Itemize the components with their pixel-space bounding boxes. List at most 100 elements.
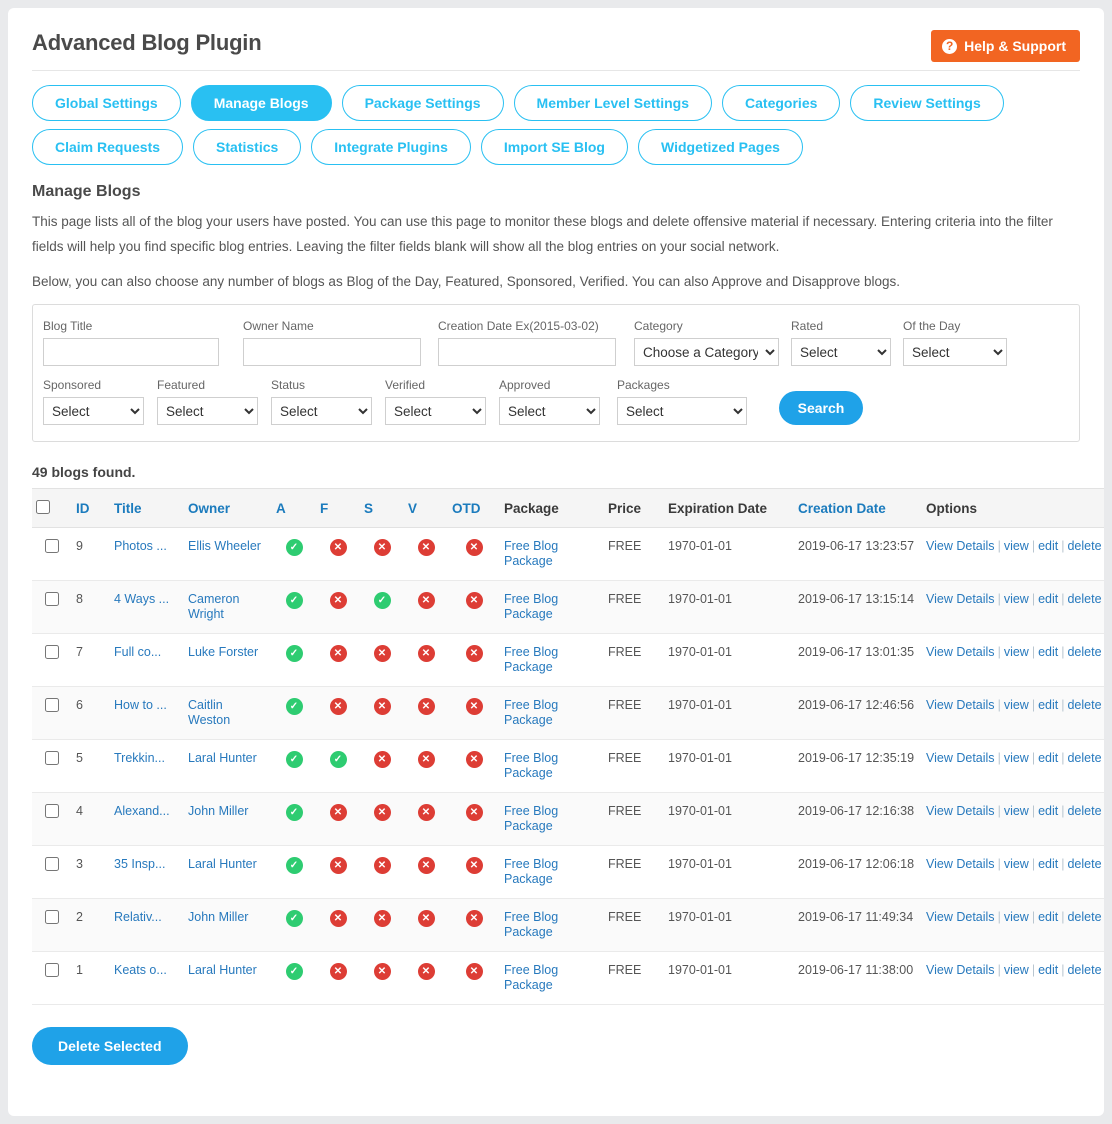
cross-circle-icon[interactable]: ✕ [465, 963, 483, 980]
view-link[interactable]: view [1004, 751, 1029, 765]
check-circle-icon[interactable]: ✓ [285, 698, 303, 715]
cross-circle-icon[interactable]: ✕ [465, 751, 483, 768]
cross-circle-icon[interactable]: ✕ [373, 963, 391, 980]
view-link[interactable]: view [1004, 804, 1029, 818]
row-checkbox[interactable] [45, 804, 59, 818]
check-circle-icon[interactable]: ✓ [285, 592, 303, 609]
cross-circle-icon[interactable]: ✕ [417, 910, 435, 927]
cross-circle-icon[interactable]: ✕ [373, 539, 391, 556]
column-header-owner[interactable]: Owner [184, 488, 272, 528]
row-checkbox[interactable] [45, 539, 59, 553]
cross-circle-icon[interactable]: ✕ [417, 645, 435, 662]
view-link[interactable]: view [1004, 539, 1029, 553]
tab-integrate-plugins[interactable]: Integrate Plugins [311, 129, 471, 165]
check-circle-icon[interactable]: ✓ [285, 910, 303, 927]
edit-link[interactable]: edit [1038, 857, 1058, 871]
cross-circle-icon[interactable]: ✕ [329, 910, 347, 927]
edit-link[interactable]: edit [1038, 645, 1058, 659]
package-link[interactable]: Free Blog Package [504, 804, 558, 833]
cross-circle-icon[interactable]: ✕ [373, 804, 391, 821]
delete-link[interactable]: delete [1067, 751, 1101, 765]
tab-member-level-settings[interactable]: Member Level Settings [513, 85, 713, 121]
row-checkbox[interactable] [45, 751, 59, 765]
cross-circle-icon[interactable]: ✕ [465, 910, 483, 927]
delete-selected-button[interactable]: Delete Selected [32, 1027, 188, 1065]
row-checkbox[interactable] [45, 592, 59, 606]
check-circle-icon[interactable]: ✓ [285, 539, 303, 556]
column-header-title[interactable]: Title [110, 488, 184, 528]
of-the-day-select[interactable]: Select [903, 338, 1007, 366]
creation-date-input[interactable] [438, 338, 616, 366]
tab-statistics[interactable]: Statistics [193, 129, 302, 165]
delete-link[interactable]: delete [1067, 645, 1101, 659]
approved-select[interactable]: Select [499, 397, 600, 425]
package-link[interactable]: Free Blog Package [504, 698, 558, 727]
delete-link[interactable]: delete [1067, 539, 1101, 553]
rated-select[interactable]: Select [791, 338, 891, 366]
blog-title-link[interactable]: Keats o... [114, 963, 167, 977]
view-link[interactable]: view [1004, 592, 1029, 606]
blog-title-input[interactable] [43, 338, 219, 366]
column-header-sponsored[interactable]: S [360, 488, 404, 528]
tab-package-settings[interactable]: Package Settings [341, 85, 504, 121]
tab-categories[interactable]: Categories [722, 85, 841, 121]
view-details-link[interactable]: View Details [926, 804, 995, 818]
package-link[interactable]: Free Blog Package [504, 857, 558, 886]
delete-link[interactable]: delete [1067, 963, 1101, 977]
row-checkbox[interactable] [45, 857, 59, 871]
help-and-support-button[interactable]: ? Help & Support [931, 30, 1080, 62]
blog-title-link[interactable]: Full co... [114, 645, 161, 659]
edit-link[interactable]: edit [1038, 751, 1058, 765]
delete-link[interactable]: delete [1067, 698, 1101, 712]
view-details-link[interactable]: View Details [926, 751, 995, 765]
check-circle-icon[interactable]: ✓ [285, 804, 303, 821]
cross-circle-icon[interactable]: ✕ [417, 751, 435, 768]
cross-circle-icon[interactable]: ✕ [329, 804, 347, 821]
check-circle-icon[interactable]: ✓ [285, 751, 303, 768]
cross-circle-icon[interactable]: ✕ [329, 592, 347, 609]
cross-circle-icon[interactable]: ✕ [465, 698, 483, 715]
blog-title-link[interactable]: Photos ... [114, 539, 167, 553]
cross-circle-icon[interactable]: ✕ [465, 592, 483, 609]
owner-link[interactable]: Laral Hunter [188, 857, 257, 871]
tab-widgetized-pages[interactable]: Widgetized Pages [638, 129, 803, 165]
owner-link[interactable]: John Miller [188, 910, 248, 924]
owner-link[interactable]: Laral Hunter [188, 963, 257, 977]
view-link[interactable]: view [1004, 857, 1029, 871]
select-all-checkbox[interactable] [36, 499, 50, 514]
view-link[interactable]: view [1004, 963, 1029, 977]
package-link[interactable]: Free Blog Package [504, 645, 558, 674]
cross-circle-icon[interactable]: ✕ [417, 592, 435, 609]
delete-link[interactable]: delete [1067, 857, 1101, 871]
column-header-otd[interactable]: OTD [448, 488, 500, 528]
package-link[interactable]: Free Blog Package [504, 910, 558, 939]
package-link[interactable]: Free Blog Package [504, 539, 558, 568]
edit-link[interactable]: edit [1038, 592, 1058, 606]
view-details-link[interactable]: View Details [926, 910, 995, 924]
owner-name-input[interactable] [243, 338, 421, 366]
tab-claim-requests[interactable]: Claim Requests [32, 129, 184, 165]
cross-circle-icon[interactable]: ✕ [417, 539, 435, 556]
owner-link[interactable]: Cameron Wright [188, 592, 239, 621]
view-details-link[interactable]: View Details [926, 963, 995, 977]
featured-select[interactable]: Select [157, 397, 258, 425]
cross-circle-icon[interactable]: ✕ [329, 963, 347, 980]
cross-circle-icon[interactable]: ✕ [329, 857, 347, 874]
row-checkbox[interactable] [45, 963, 59, 977]
view-link[interactable]: view [1004, 698, 1029, 712]
package-link[interactable]: Free Blog Package [504, 592, 558, 621]
edit-link[interactable]: edit [1038, 539, 1058, 553]
owner-link[interactable]: Ellis Wheeler [188, 539, 261, 553]
cross-circle-icon[interactable]: ✕ [373, 857, 391, 874]
cross-circle-icon[interactable]: ✕ [417, 963, 435, 980]
column-header-verified[interactable]: V [404, 488, 448, 528]
cross-circle-icon[interactable]: ✕ [417, 857, 435, 874]
cross-circle-icon[interactable]: ✕ [465, 804, 483, 821]
column-header-approved[interactable]: A [272, 488, 316, 528]
view-link[interactable]: view [1004, 910, 1029, 924]
status-select[interactable]: Select [271, 397, 372, 425]
cross-circle-icon[interactable]: ✕ [465, 539, 483, 556]
blog-title-link[interactable]: How to ... [114, 698, 167, 712]
verified-select[interactable]: Select [385, 397, 486, 425]
cross-circle-icon[interactable]: ✕ [373, 645, 391, 662]
